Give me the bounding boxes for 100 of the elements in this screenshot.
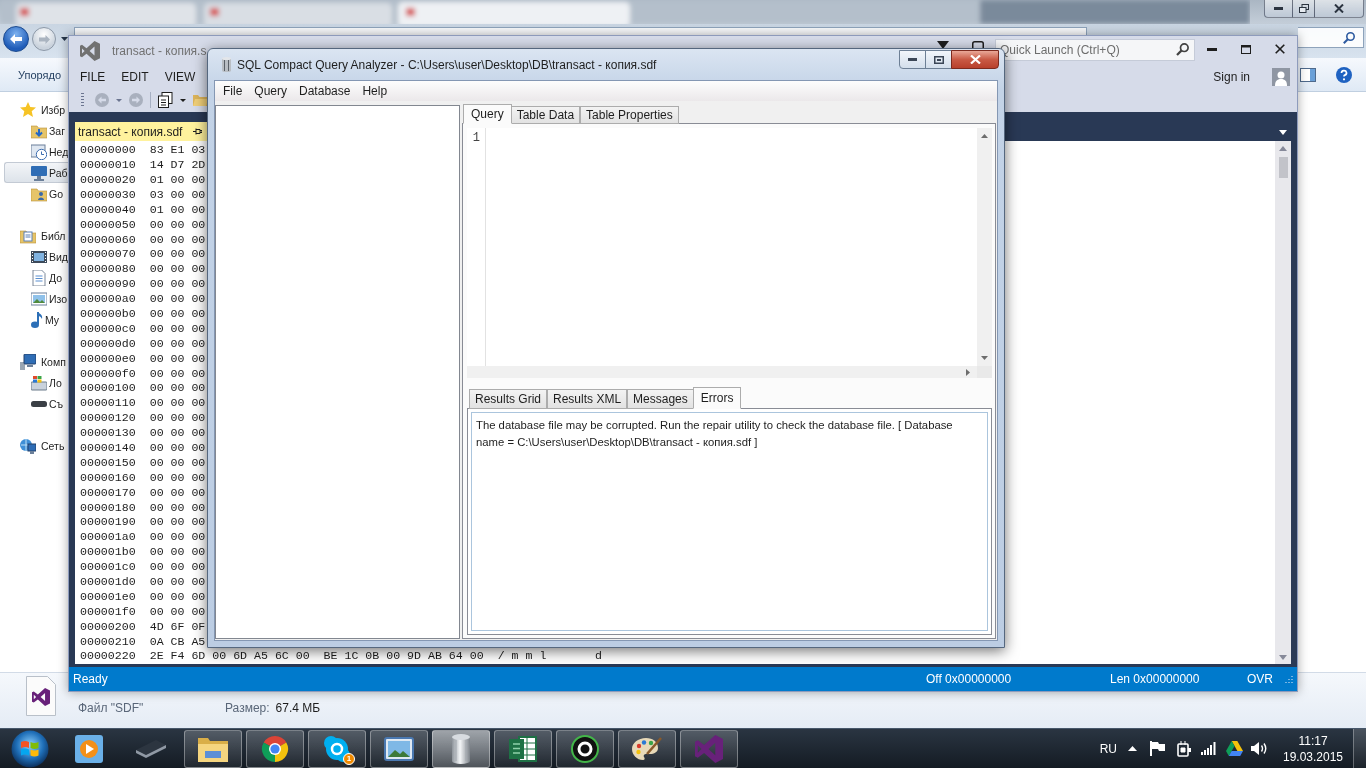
nav-item[interactable]: Нед xyxy=(4,141,68,162)
file-icon xyxy=(26,676,56,716)
monitor-icon xyxy=(31,164,47,181)
hex-text: / m m l d xyxy=(497,649,602,665)
hex-offset: 00000040 xyxy=(80,202,136,218)
minimize-button[interactable] xyxy=(1264,0,1293,18)
hex-bytes: 00 00 00 xyxy=(149,247,206,263)
menu-item[interactable]: File xyxy=(217,81,249,101)
scrollbar[interactable] xyxy=(977,128,992,366)
nav-item[interactable]: Комп xyxy=(4,351,68,372)
caret-icon xyxy=(1279,130,1287,136)
tab-list-button[interactable] xyxy=(1279,130,1287,136)
account-button[interactable] xyxy=(1272,68,1290,87)
nav-item[interactable]: Раб xyxy=(4,162,68,183)
tab[interactable]: Query xyxy=(463,104,512,124)
hex-bytes: 4D 6F 0F xyxy=(149,619,206,635)
nav-item[interactable]: До xyxy=(4,267,68,288)
hex-bytes: 00 00 00 xyxy=(149,560,206,576)
taskbar-button[interactable] xyxy=(184,729,242,768)
close-button[interactable] xyxy=(1314,0,1364,18)
hex-offset: 000001e0 xyxy=(80,589,136,605)
organize-button[interactable]: Упорядо xyxy=(14,68,66,81)
nav-item[interactable]: Go xyxy=(4,183,68,204)
hex-offset: 00000020 xyxy=(80,172,136,188)
taskbar-button[interactable] xyxy=(494,729,552,768)
minimize-button[interactable] xyxy=(899,50,926,69)
query-input-field[interactable] xyxy=(486,128,977,366)
nav-item[interactable]: Ло xyxy=(4,372,68,393)
computer-icon xyxy=(20,353,36,370)
nav-item[interactable]: Съ xyxy=(4,393,68,414)
hex-bytes: 00 00 00 xyxy=(149,411,206,427)
tab[interactable]: Table Properties xyxy=(580,106,679,124)
pane-layout-icon[interactable] xyxy=(1300,67,1316,82)
back-button[interactable] xyxy=(3,26,29,52)
tab[interactable]: Errors xyxy=(692,387,742,409)
menu-item[interactable]: VIEW xyxy=(156,65,204,89)
nav-item[interactable]: Заг xyxy=(4,120,68,141)
help-icon[interactable] xyxy=(1336,66,1352,83)
sign-in-link[interactable]: Sign in xyxy=(1213,70,1250,85)
tab[interactable]: Table Data xyxy=(510,106,581,124)
tab[interactable]: Results XML xyxy=(547,389,628,409)
menu-item[interactable]: Database xyxy=(293,81,357,101)
search-icon[interactable] xyxy=(1176,43,1189,56)
nav-item[interactable]: Избр xyxy=(4,99,68,120)
hex-offset: 00000060 xyxy=(80,232,136,248)
nav-item[interactable]: Библ xyxy=(4,225,68,246)
nav-item[interactable]: Сеть xyxy=(4,435,68,456)
menu-item[interactable]: FILE xyxy=(72,65,114,89)
document-tab[interactable]: transact - копия.sdf xyxy=(75,122,208,142)
caret-icon[interactable] xyxy=(61,37,68,41)
taskbar-button[interactable] xyxy=(618,729,676,768)
signal-icon[interactable] xyxy=(1201,742,1216,755)
open-button[interactable] xyxy=(193,92,208,109)
search-field[interactable] xyxy=(1298,27,1364,48)
taskbar-button[interactable] xyxy=(370,729,428,768)
hex-bytes: 00 00 00 xyxy=(149,381,206,397)
restore-button[interactable] xyxy=(1292,0,1315,18)
triangle-down-icon[interactable] xyxy=(937,41,949,49)
hex-bytes: 00 00 00 xyxy=(149,351,206,367)
hex-bytes: 00 00 00 xyxy=(149,545,206,561)
close-button[interactable] xyxy=(951,50,999,69)
new-item-button[interactable] xyxy=(158,92,173,109)
show-desktop-button[interactable] xyxy=(1353,728,1366,768)
maximize-button[interactable] xyxy=(925,50,952,69)
scrollbar[interactable] xyxy=(467,366,977,378)
taskbar-button[interactable] xyxy=(432,729,490,768)
maximize-icon xyxy=(933,55,944,64)
triangle-logo-icon[interactable] xyxy=(1226,741,1243,756)
flag-icon[interactable] xyxy=(1150,741,1165,756)
nav-item[interactable]: Изо xyxy=(4,288,68,309)
status-text: Ready xyxy=(73,672,108,687)
nav-item[interactable]: Му xyxy=(4,309,68,330)
address-field[interactable] xyxy=(74,27,1087,35)
language-button[interactable]: RU xyxy=(1099,741,1117,756)
close-icon xyxy=(969,55,981,64)
scrollbar-thumb[interactable] xyxy=(1278,157,1288,179)
tab[interactable]: Messages xyxy=(627,389,694,409)
menu-item[interactable]: Help xyxy=(356,81,394,101)
clock-window-icon xyxy=(31,143,47,160)
arrow-up-icon xyxy=(1279,146,1287,152)
taskbar-button[interactable] xyxy=(556,729,614,768)
nav-item[interactable]: Вид xyxy=(4,246,68,267)
tab[interactable]: Results Grid xyxy=(469,389,548,409)
hex-offset: 00000030 xyxy=(80,187,136,203)
clock[interactable]: 11:17 19.03.2015 xyxy=(1281,732,1345,765)
menu-item[interactable]: Query xyxy=(248,81,294,101)
music-note-icon xyxy=(31,311,43,328)
hex-offset: 00000090 xyxy=(80,277,136,293)
show-hidden-icons-button[interactable] xyxy=(1128,746,1137,751)
menu-item[interactable]: EDIT xyxy=(113,65,157,89)
flag-orb-icon xyxy=(11,729,49,768)
logo-icon xyxy=(695,734,723,763)
error-message: The database file may be corrupted. Run the repair utility to check the database file. [ Database name = C:\Users\user\Desktop\DB\transact - копия.sdf ] xyxy=(476,418,954,450)
plug-icon[interactable] xyxy=(1177,740,1191,757)
speaker-icon[interactable] xyxy=(1251,741,1267,756)
hex-offset: 00000160 xyxy=(80,470,136,486)
line-number: 1 xyxy=(472,131,480,145)
taskbar-button[interactable] xyxy=(246,729,304,768)
scrollbar[interactable] xyxy=(1275,141,1291,665)
hex-offset: 00000050 xyxy=(80,217,136,233)
